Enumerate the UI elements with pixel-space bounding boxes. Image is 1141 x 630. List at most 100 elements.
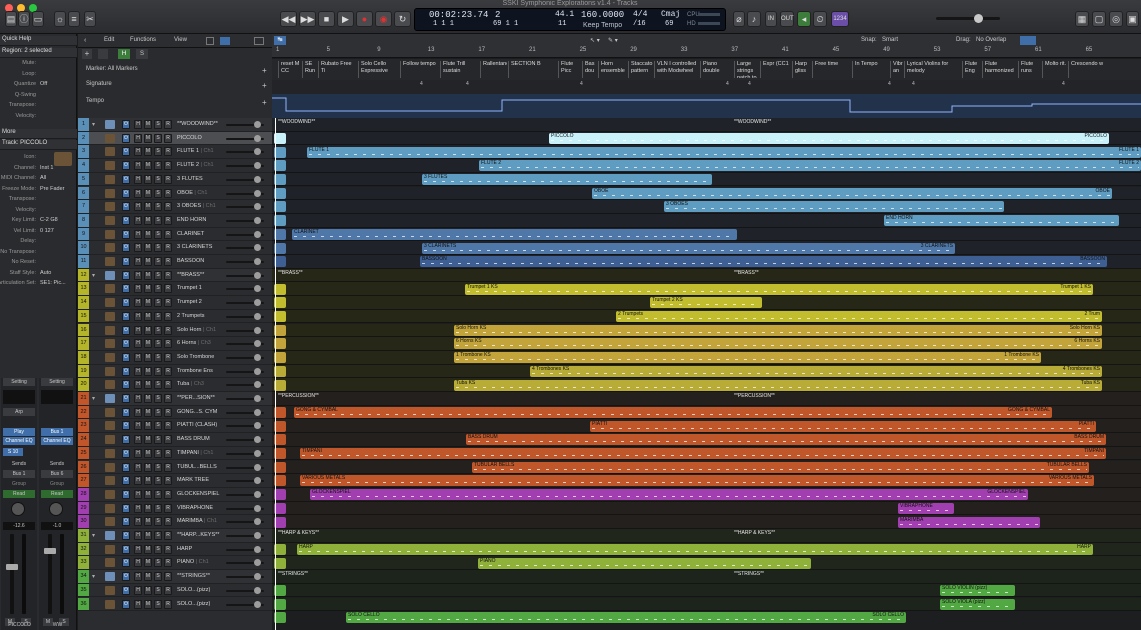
signature-value[interactable]: 4	[888, 81, 891, 87]
volume-knob[interactable]	[254, 600, 261, 608]
solo-track-button[interactable]: S	[154, 257, 162, 266]
track-param-value[interactable]: C-2 G8	[40, 217, 58, 223]
marker[interactable]: Flute Picc	[558, 61, 581, 78]
marker[interactable]: Harp gliss	[792, 61, 811, 78]
strip-right-group[interactable]: Group	[41, 480, 73, 488]
disclosure-triangle-icon[interactable]: ▾	[92, 573, 95, 580]
midi-region[interactable]: Trumpet 1 KS Trumpet 1 KS	[465, 283, 1093, 295]
midi-region[interactable]: SOLO VIOLIN (pizz)	[940, 585, 1015, 596]
track-param-value[interactable]: Pre Fader	[40, 186, 64, 192]
track-name[interactable]: END HORN	[177, 214, 206, 228]
power-button[interactable]: ⏻	[122, 380, 130, 390]
hide-track-button[interactable]: H	[134, 215, 142, 225]
strip-left-setting[interactable]: Setting	[3, 378, 35, 386]
instrument-icon[interactable]	[105, 174, 115, 184]
track-header-row[interactable]: 29 ⏻ H M S R VIBRAPHONE	[78, 501, 272, 516]
power-button[interactable]: ⏻	[122, 531, 130, 540]
marker[interactable]: Flute Eng	[962, 61, 981, 78]
power-button[interactable]: ⏻	[122, 270, 130, 280]
hide-track-button[interactable]: H	[134, 352, 142, 362]
hide-track-button[interactable]: H	[134, 243, 142, 253]
track-header-row[interactable]: 22 ⏻ H M S R GONG...S. CYM	[78, 405, 272, 420]
solo-track-button[interactable]: S	[154, 366, 162, 376]
track-name[interactable]: SOLO...(pizz)	[177, 584, 210, 598]
quick-help-header[interactable]: Quick Help	[0, 36, 77, 46]
midi-region[interactable]: 4 Trombones KS 4 Trombones KS	[530, 365, 1102, 377]
instrument-icon[interactable]	[105, 380, 115, 390]
midi-region[interactable]: 3 CLARINETS 3 CLARINETS	[422, 242, 955, 254]
hide-track-button[interactable]: H	[134, 188, 142, 198]
midi-region[interactable]: PICCOLO PICCOLO	[549, 132, 1109, 144]
record-enable-button[interactable]: R	[164, 284, 172, 294]
hide-track-button[interactable]: H	[134, 257, 142, 266]
power-button[interactable]: ⏻	[122, 394, 130, 403]
view-menu[interactable]: View	[174, 37, 187, 43]
record-enable-button[interactable]: R	[164, 394, 172, 403]
hide-track-button[interactable]: H	[134, 489, 142, 499]
record-enable-button[interactable]: R	[164, 257, 172, 266]
record-enable-button[interactable]: R	[164, 298, 172, 308]
track-header-row[interactable]: 28 ⏻ H M S R GLOCKENSPIEL	[78, 487, 272, 502]
marker[interactable]: Crescendo w	[1068, 61, 1140, 78]
solo-track-button[interactable]: S	[154, 284, 162, 294]
cycle-region-icon[interactable]: ↹	[274, 36, 286, 45]
folder-region[interactable]: **WOODWIND** **WOODWIND**	[276, 119, 1136, 130]
mute-button[interactable]: M	[144, 380, 152, 390]
track-header-row[interactable]: 1 ▾ ⏻ H M S R **WOODWIND**	[78, 118, 272, 132]
hide-track-button[interactable]: H	[134, 407, 142, 417]
midi-region[interactable]: TUBULAR BELLS TUBULAR BELLS	[472, 461, 1089, 473]
strip-right-fader-cap[interactable]	[44, 548, 56, 554]
signature-value[interactable]: 4	[420, 81, 423, 87]
strip-left-output[interactable]: Bus 1	[3, 470, 35, 478]
track-name[interactable]: TIMPANI | Ch1	[177, 447, 213, 461]
add-tempo-icon[interactable]: +	[262, 98, 267, 107]
hide-track-button[interactable]: H	[134, 298, 142, 308]
power-button[interactable]: ⏻	[122, 585, 130, 595]
speaker-icon[interactable]: ◂	[797, 11, 811, 27]
volume-knob[interactable]	[254, 162, 261, 170]
power-button[interactable]: ⏻	[122, 407, 130, 417]
track-header-row[interactable]: 19 ⏻ H M S R Trombone Ens	[78, 364, 272, 379]
record-enable-button[interactable]: R	[164, 161, 172, 171]
marker[interactable]: Horn ensemble	[598, 61, 627, 78]
hide-track-button[interactable]: H	[134, 531, 142, 540]
snap-select[interactable]: Smart	[882, 37, 898, 43]
hide-track-button[interactable]: H	[134, 339, 142, 349]
volume-knob[interactable]	[254, 490, 261, 498]
power-button[interactable]: ⏻	[122, 558, 130, 568]
track-param-row[interactable]: Delay:	[0, 238, 77, 247]
mute-button[interactable]: M	[144, 599, 152, 609]
track-name[interactable]: 3 OBOES | Ch1	[177, 200, 216, 214]
power-button[interactable]: ⏻	[122, 147, 130, 157]
hide-track-button[interactable]: H	[134, 421, 142, 431]
volume-knob[interactable]	[254, 258, 261, 265]
volume-knob[interactable]	[254, 422, 261, 430]
track-header-row[interactable]: 23 ⏻ H M S R PIATTI (CLASH)	[78, 419, 272, 434]
hide-track-button[interactable]: H	[134, 558, 142, 568]
track-header-row[interactable]: 5 ⏻ H M S R 3 FLUTES	[78, 172, 272, 187]
track-name[interactable]: 3 FLUTES	[177, 173, 203, 187]
power-button[interactable]: ⏻	[122, 517, 130, 527]
play-button[interactable]: ▶	[337, 11, 354, 27]
midi-region[interactable]: GONG & CYMBAL GONG & CYMBAL	[294, 406, 1052, 418]
track-name[interactable]: PIANO | Ch1	[177, 556, 209, 570]
more-header[interactable]: More	[0, 129, 77, 139]
record-enable-button[interactable]: R	[164, 366, 172, 376]
mute-button[interactable]: M	[144, 421, 152, 431]
list-editors-icon[interactable]: ▦	[1075, 11, 1089, 27]
midi-region[interactable]: OBOE OBOE	[592, 187, 1112, 199]
mute-button[interactable]: M	[144, 339, 152, 349]
record-enable-button[interactable]: R	[164, 339, 172, 349]
volume-knob[interactable]	[254, 463, 261, 471]
track-param-value[interactable]: Inst 1	[40, 165, 53, 171]
midi-region[interactable]: SOLO VIOLA (pizz)	[940, 598, 1015, 610]
volume-knob[interactable]	[254, 340, 261, 348]
track-header-row[interactable]: 21 ▾ ⏻ H M S R **PER...SION**	[78, 392, 272, 406]
hide-track-button[interactable]: H	[134, 270, 142, 280]
mute-button[interactable]: M	[144, 366, 152, 376]
record-enable-button[interactable]: R	[164, 120, 172, 129]
track-header-row[interactable]: 10 ⏻ H M S R 3 CLARINETS	[78, 241, 272, 255]
midi-region[interactable]: 6 Horns KS 6 Horns KS	[454, 338, 1102, 350]
hide-track-button[interactable]: H	[134, 448, 142, 458]
solo-track-button[interactable]: S	[154, 202, 162, 212]
